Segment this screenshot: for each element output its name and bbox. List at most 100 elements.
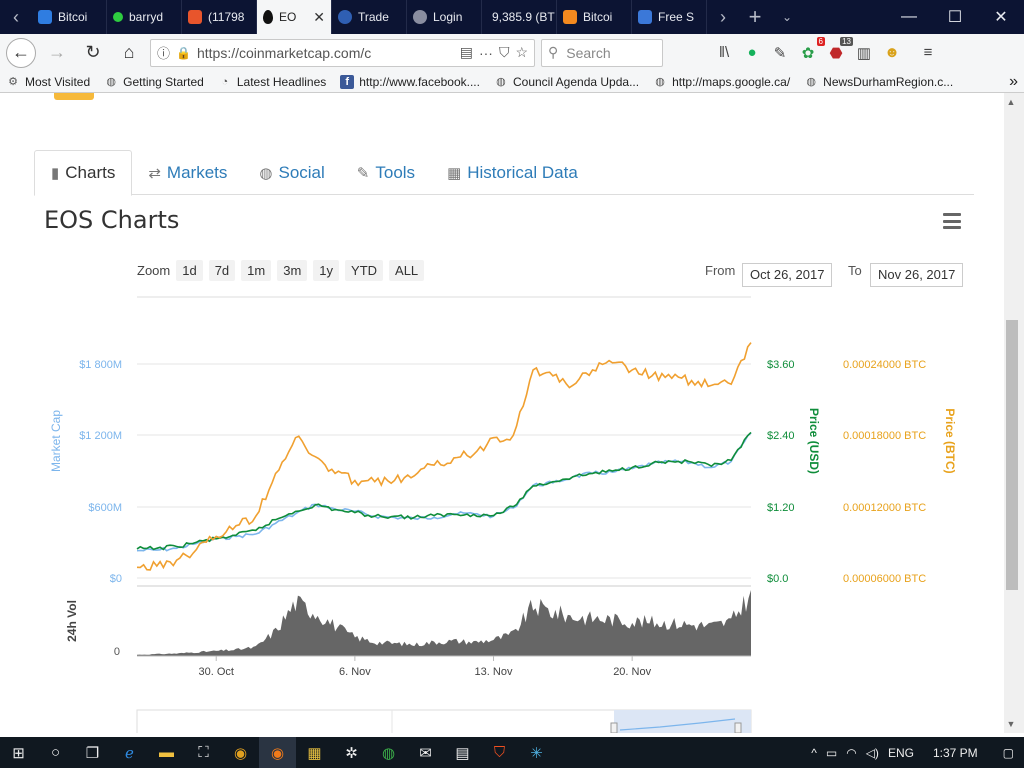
extension-green-icon[interactable]: ✿ 6 — [797, 36, 825, 64]
search-placeholder: Search — [566, 44, 611, 61]
volume-area — [137, 590, 751, 656]
bookmarks-overflow-icon[interactable]: » — [1009, 73, 1018, 91]
globe-icon: ◍ — [106, 76, 116, 88]
app-icon[interactable]: ✳ — [518, 737, 555, 768]
library-icon[interactable]: ‖\ — [713, 42, 735, 64]
price-btc-axis-title: Price (BTC) — [943, 408, 957, 473]
windows-start-icon[interactable]: ⊞ — [0, 737, 37, 768]
file-explorer-icon[interactable]: ▬ — [148, 737, 185, 768]
new-tab-icon[interactable]: + — [739, 0, 771, 34]
close-tab-icon[interactable]: ✕ — [313, 9, 325, 26]
edge-icon[interactable]: ℯ — [111, 737, 148, 768]
chart-icon — [563, 10, 577, 24]
avatar-icon[interactable]: ☻ — [881, 42, 903, 64]
wifi-icon[interactable]: ◠ — [846, 746, 856, 760]
browser-tab-1[interactable]: Bitcoi — [32, 0, 107, 34]
bookmark-item[interactable]: ◍ Getting Started — [104, 75, 204, 89]
tab-scroll-right-icon[interactable]: › — [707, 0, 739, 34]
price-usd-tick-label: $1.20 — [767, 502, 795, 514]
bookmark-item[interactable]: ◍ NewsDurhamRegion.c... — [804, 75, 953, 89]
browser-tab-5[interactable]: Trade — [332, 0, 407, 34]
price-btc-tick-label: 0.00006000 BTC — [843, 573, 926, 585]
navigator-handle-left — [610, 722, 618, 733]
forward-button-icon[interactable]: → — [42, 38, 72, 68]
bookmark-item[interactable]: ◍ Council Agenda Upda... — [494, 75, 639, 89]
browser-tab-7[interactable]: 9,385.9 (BT — [482, 0, 557, 34]
scroll-up-icon[interactable]: ▲ — [1004, 95, 1018, 109]
globe-icon: ◍ — [496, 76, 506, 88]
address-bar[interactable]: ⓘ 🔒 https://coinmarketcap.com/c ▤ ··· ⛉ … — [150, 38, 535, 67]
chrome-icon[interactable]: ◉ — [222, 737, 259, 768]
cortana-icon[interactable]: ○ — [37, 737, 74, 768]
tab-list-chevron-down-icon[interactable]: ⌄ — [771, 0, 803, 34]
bookmark-item[interactable]: ⚙ Most Visited — [6, 75, 90, 89]
language-indicator[interactable]: ENG — [888, 746, 914, 760]
market-cap-tick-label: $1 200M — [79, 430, 122, 442]
facebook-icon: f — [340, 74, 355, 89]
menu-hamburger-icon[interactable]: ≡ — [917, 42, 939, 64]
globe-icon[interactable]: ◍ — [370, 737, 407, 768]
info-icon[interactable]: ⓘ — [157, 43, 170, 62]
scroll-down-icon[interactable]: ▼ — [1004, 717, 1018, 731]
url-text[interactable]: https://coinmarketcap.com/c — [197, 45, 454, 61]
system-tray: ^ ▭ ◠ ◁) ENG 1:37 PM ▢ — [811, 746, 1024, 760]
tab-scroll-left-icon[interactable]: ‹ — [0, 0, 32, 34]
search-field[interactable]: ⚲ Search — [541, 38, 663, 67]
browser-tab-active[interactable]: EO ✕ — [257, 0, 332, 34]
page-actions-icon[interactable]: ··· — [479, 45, 493, 61]
back-button-icon[interactable]: ← — [6, 37, 36, 68]
bookmark-label: Most Visited — [25, 74, 91, 89]
adblock-icon[interactable]: ⬣ 13 — [825, 36, 853, 64]
notifications-icon[interactable]: ▢ — [1003, 746, 1014, 760]
reload-icon[interactable]: ↻ — [78, 38, 108, 68]
clock[interactable]: 1:37 PM — [933, 746, 978, 760]
maximize-icon[interactable]: ☐ — [932, 0, 978, 34]
browser-tab-8[interactable]: Bitcoi — [557, 0, 632, 34]
battery-icon[interactable]: ▭ — [826, 746, 837, 760]
browser-tab-6[interactable]: Login — [407, 0, 482, 34]
reader-view-icon[interactable]: ▤ — [460, 44, 473, 61]
chat-icon — [188, 10, 202, 24]
calculator-grid-icon[interactable]: ▦ — [296, 737, 333, 768]
close-window-icon[interactable]: ✕ — [978, 0, 1024, 34]
volume-icon[interactable]: ◁) — [866, 746, 879, 760]
price-btc-tick-label: 0.00024000 BTC — [843, 359, 926, 371]
firefox-icon[interactable]: ◉ — [259, 737, 296, 768]
sidebar-icon[interactable]: ▥ — [853, 42, 875, 64]
bookmark-label: http://maps.google.ca/ — [672, 74, 791, 89]
market-cap-tick-label: $600M — [88, 502, 122, 514]
pocket-icon[interactable]: ⛉ — [499, 44, 510, 61]
browser-tab-9[interactable]: Free S — [632, 0, 707, 34]
browser-tab-bar: ‹ Bitcoi barryd (11798 EO ✕ Trade Login … — [0, 0, 1024, 34]
mail-icon[interactable]: ✉ — [407, 737, 444, 768]
eyedropper-icon[interactable]: ✎ — [769, 42, 791, 64]
scrollbar-thumb[interactable] — [1006, 320, 1018, 590]
minimize-icon[interactable]: — — [886, 0, 932, 34]
bookmarks-toolbar: ⚙ Most Visited ◍ Getting Started ◔ Latest H… — [0, 71, 1024, 93]
tray-overflow-icon[interactable]: ^ — [811, 746, 817, 760]
bookmark-item[interactable]: f http://www.facebook.... — [340, 74, 480, 89]
x-axis-tick-label: 30. Oct — [198, 666, 233, 678]
market-cap-tick-label: $0 — [110, 573, 122, 585]
brave-icon[interactable]: ⛉ — [481, 737, 518, 768]
browser-tab-3[interactable]: (11798 — [182, 0, 257, 34]
grammarly-icon[interactable]: ● — [741, 42, 763, 64]
bookmark-item[interactable]: ◍ http://maps.google.ca/ — [653, 75, 790, 89]
x-axis-tick-label: 20. Nov — [613, 666, 651, 678]
bookmark-label: Latest Headlines — [236, 74, 327, 89]
price-btc-tick-label: 0.00012000 BTC — [843, 502, 926, 514]
bookmark-item[interactable]: ◔ Latest Headlines — [218, 74, 327, 89]
home-icon[interactable]: ⌂ — [114, 38, 144, 68]
price-usd-tick-label: $2.40 — [767, 430, 795, 442]
tab-label: Bitcoi — [583, 10, 613, 24]
task-view-icon[interactable]: ❐ — [74, 737, 111, 768]
settings-icon[interactable]: ✲ — [333, 737, 370, 768]
price-chart[interactable]: $0 $600M $1 200M $1 800M $0.0 $1.20 $2.40 $3.60… — [0, 93, 1004, 733]
store-icon[interactable]: ⛶ — [185, 737, 222, 768]
page-scrollbar[interactable]: ▲ ▼ — [1004, 93, 1018, 733]
bookmark-star-icon[interactable]: ☆ — [515, 44, 528, 61]
eos-icon — [263, 10, 273, 24]
browser-tab-2[interactable]: barryd — [107, 0, 182, 34]
x-axis-tick-label: 13. Nov — [475, 666, 513, 678]
calculator-icon[interactable]: ▤ — [444, 737, 481, 768]
